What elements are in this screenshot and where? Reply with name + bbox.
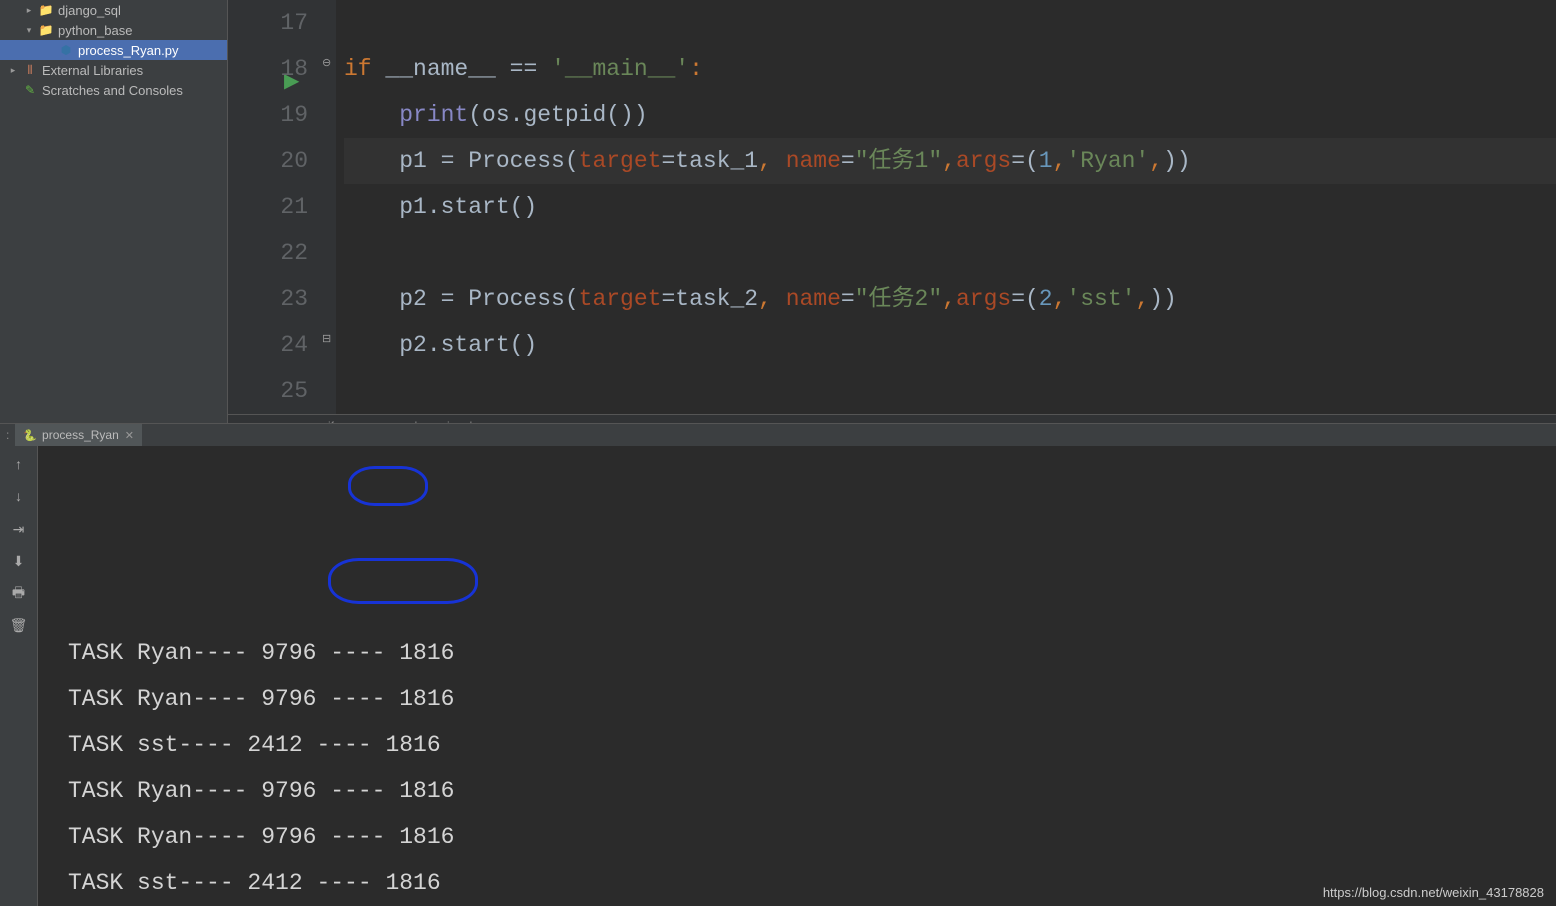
tree-item-label: process_Ryan.py (78, 43, 178, 58)
code-line[interactable] (344, 368, 1556, 414)
py-icon: ⬢ (58, 42, 74, 58)
tree-item-label: External Libraries (42, 63, 143, 78)
code-line[interactable]: p2 = Process(target=task_2, name="任务2",a… (344, 276, 1556, 322)
line-number[interactable]: 21 (228, 184, 308, 230)
print-icon[interactable]: 🖶 (9, 584, 29, 604)
project-tree[interactable]: ▸📁django_sql▾📁python_base⬢process_Ryan.p… (0, 0, 228, 423)
chevron-icon[interactable]: ▸ (6, 63, 20, 77)
line-number[interactable]: 18 (228, 46, 308, 92)
tree-item-label: django_sql (58, 3, 121, 18)
line-number[interactable]: 17 (228, 0, 308, 46)
line-number[interactable]: 19 (228, 92, 308, 138)
code-line[interactable]: p1.start() (344, 184, 1556, 230)
hand-annotation-2 (328, 558, 478, 604)
up-icon[interactable]: ↑ (9, 456, 29, 476)
tree-item-label: Scratches and Consoles (42, 83, 183, 98)
folder-icon: 📁 (38, 22, 54, 38)
code-line[interactable]: p1 = Process(target=task_1, name="任务1",a… (344, 138, 1556, 184)
code-line[interactable] (344, 0, 1556, 46)
fold-marker-icon[interactable]: ⊖ (322, 56, 331, 70)
line-number[interactable]: 20 (228, 138, 308, 184)
chevron-icon[interactable] (6, 83, 20, 97)
lib-icon: ⫴ (22, 62, 38, 78)
run-tab[interactable]: 🐍 process_Ryan ✕ (15, 424, 142, 446)
fold-column[interactable]: ⊖ ⊟ (320, 0, 336, 414)
tree-item-python-base[interactable]: ▾📁 python_base (0, 20, 227, 40)
console-output[interactable]: TASK Ryan---- 9796 ---- 1816TASK Ryan---… (38, 446, 1556, 906)
chevron-icon[interactable] (42, 43, 56, 57)
chevron-icon[interactable]: ▸ (22, 3, 36, 17)
line-number[interactable]: 23 (228, 276, 308, 322)
tree-item-django-sql[interactable]: ▸📁 django_sql (0, 0, 227, 20)
tree-item-label: python_base (58, 23, 132, 38)
scroll-end-icon[interactable]: ⬇ (9, 552, 29, 572)
fold-end-icon[interactable]: ⊟ (322, 332, 331, 346)
folder-icon: 📁 (38, 2, 54, 18)
code-editor[interactable]: ▶ 171819202122232425 ⊖ ⊟ if __name__ == … (228, 0, 1556, 423)
code-line[interactable]: print(os.getpid()) (344, 92, 1556, 138)
console-line: TASK Ryan---- 9796 ---- 1816 (68, 768, 1556, 814)
line-number[interactable]: 22 (228, 230, 308, 276)
breadcrumb[interactable]: if __name__ == '__main__' (228, 414, 1556, 423)
line-number[interactable]: 24 (228, 322, 308, 368)
run-toolbar: ↑ ↓ ⇥ ⬇ 🖶 🗑 (0, 446, 38, 906)
run-tab-label: process_Ryan (42, 428, 119, 442)
hand-annotation-1 (348, 466, 428, 506)
python-icon: 🐍 (23, 429, 37, 442)
close-icon[interactable]: ✕ (125, 429, 134, 442)
console-line: TASK Ryan---- 9796 ---- 1816 (68, 676, 1556, 722)
down-icon[interactable]: ↓ (9, 488, 29, 508)
line-number[interactable]: 25 (228, 368, 308, 414)
console-line: TASK Ryan---- 9796 ---- 1816 (68, 814, 1556, 860)
run-panel-prefix: : (0, 428, 15, 442)
trash-icon[interactable]: 🗑 (9, 616, 29, 636)
code-content[interactable]: if __name__ == '__main__': print(os.getp… (336, 0, 1556, 414)
code-line[interactable]: if __name__ == '__main__': (344, 46, 1556, 92)
console-line: TASK Ryan---- 9796 ---- 1816 (68, 630, 1556, 676)
console-line: TASK sst---- 2412 ---- 1816 (68, 722, 1556, 768)
gutter[interactable]: ▶ 171819202122232425 (228, 0, 320, 414)
code-line[interactable]: p2.start() (344, 322, 1556, 368)
code-line[interactable] (344, 230, 1556, 276)
tree-item-external-libraries[interactable]: ▸⫴ External Libraries (0, 60, 227, 80)
scratch-icon: ✎ (22, 82, 38, 98)
run-panel: : 🐍 process_Ryan ✕ ↑ ↓ ⇥ ⬇ 🖶 🗑 TASK Ryan… (0, 423, 1556, 906)
tree-item-scratches-and-consoles[interactable]: ✎ Scratches and Consoles (0, 80, 227, 100)
watermark: https://blog.csdn.net/weixin_43178828 (1323, 885, 1544, 900)
chevron-icon[interactable]: ▾ (22, 23, 36, 37)
soft-wrap-icon[interactable]: ⇥ (9, 520, 29, 540)
tree-item-process-ryan-py[interactable]: ⬢ process_Ryan.py (0, 40, 227, 60)
